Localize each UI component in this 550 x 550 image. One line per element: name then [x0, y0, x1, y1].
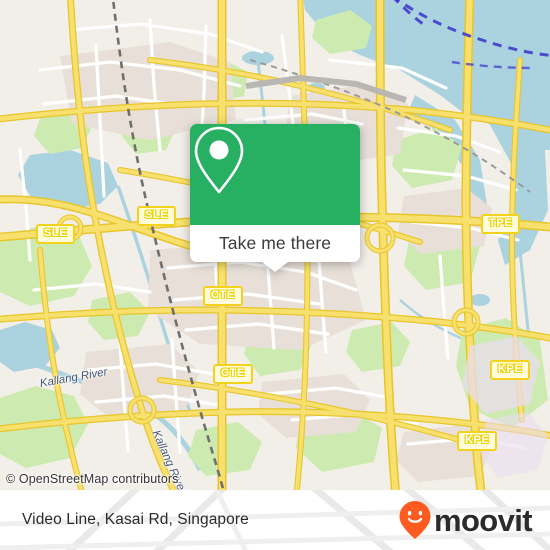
- highway-shield-kpe-2: KPE: [457, 431, 498, 451]
- location-caption: Video Line, Kasai Rd, Singapore: [22, 511, 249, 528]
- location-popup-card[interactable]: Take me there: [190, 124, 360, 272]
- highway-shield-cte-1: CTE: [203, 286, 243, 306]
- osm-attribution: © OpenStreetMap contributors: [6, 472, 179, 486]
- moovit-map-screenshot: © OpenStreetMap contributors SLE SLE TPE…: [0, 0, 550, 550]
- highway-shield-kpe-1: KPE: [490, 360, 531, 380]
- moovit-wordmark: moovit: [433, 502, 533, 538]
- popup-icon-area: [190, 124, 360, 225]
- popup-pointer: [262, 262, 288, 272]
- map-pin-icon: [194, 126, 244, 194]
- highway-shield-cte-2: CTE: [213, 364, 253, 384]
- map-canvas[interactable]: © OpenStreetMap contributors SLE SLE TPE…: [0, 0, 550, 490]
- highway-shield-tpe: TPE: [481, 214, 521, 234]
- highway-shield-sle-1: SLE: [36, 224, 76, 244]
- popup-action-area[interactable]: Take me there: [190, 225, 360, 262]
- highway-shield-sle-2: SLE: [137, 206, 177, 226]
- take-me-there-label: Take me there: [218, 233, 332, 253]
- popup-body: Take me there: [190, 124, 360, 262]
- footer-bar: Video Line, Kasai Rd, Singapore moovit: [0, 490, 550, 550]
- moovit-pin-smiley-icon: [399, 501, 431, 539]
- moovit-logo[interactable]: moovit: [398, 500, 533, 540]
